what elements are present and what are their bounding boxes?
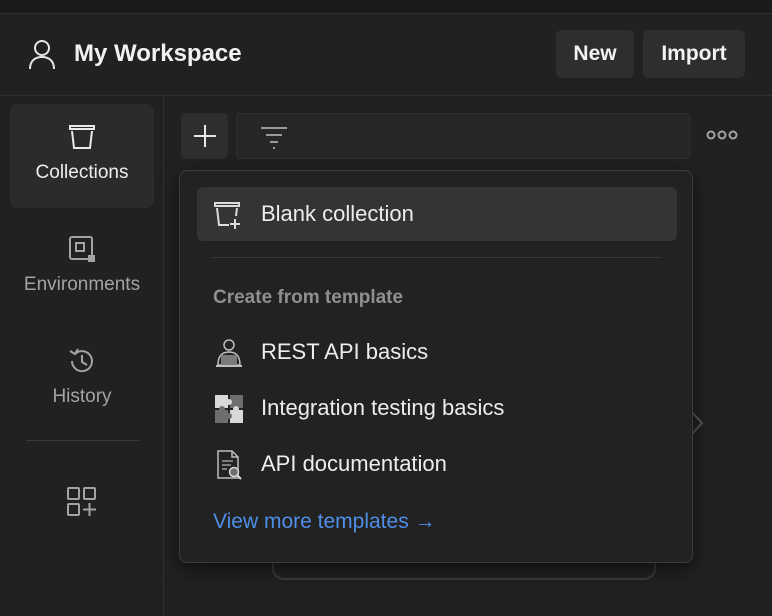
sidebar-divider [26,440,140,441]
template-heading: Create from template [213,287,404,308]
puzzle-icon [215,395,243,423]
filter-icon [261,127,287,149]
new-button[interactable]: New [556,30,634,78]
document-search-icon [217,450,242,480]
plus-icon [193,125,216,147]
import-button[interactable]: Import [643,30,745,78]
filter-search-field[interactable] [236,113,690,159]
sidebar-item-label: Environments [23,274,141,295]
template-item-rest-api[interactable]: REST API basics [213,331,653,375]
sidebar: Collections Environments History [0,96,164,616]
blank-collection-item[interactable]: Blank collection [197,187,677,241]
template-item-label: Integration testing basics [261,395,505,420]
new-collection-dropdown: Blank collection Create from template RE… [179,170,693,563]
history-icon [69,348,93,373]
more-horizontal-icon[interactable] [706,127,738,143]
collection-add-icon [214,202,240,229]
sidebar-item-label: Collections [35,162,129,183]
blank-collection-label: Blank collection [261,201,414,226]
environments-icon [69,236,95,262]
rest-api-icon [216,339,242,367]
view-more-templates-link[interactable]: View more templates → [213,509,436,535]
window-top-strip [0,0,772,14]
add-apps-icon[interactable] [66,486,98,518]
collections-icon [69,125,95,149]
workspace-title: My Workspace [74,40,242,67]
template-item-api-documentation[interactable]: API documentation [213,443,653,487]
sidebar-item-collections[interactable]: Collections [10,104,154,208]
template-item-label: API documentation [261,451,447,476]
sidebar-item-environments[interactable]: Environments [10,216,154,320]
template-item-integration-testing[interactable]: Integration testing basics [213,387,653,431]
sidebar-item-label: History [52,386,112,407]
workspace-header: My Workspace New Import [0,14,772,96]
dropdown-divider [213,257,661,258]
user-icon [29,40,55,70]
sidebar-item-history[interactable]: History [10,328,154,432]
template-item-label: REST API basics [261,339,429,364]
add-collection-button[interactable] [181,113,228,159]
